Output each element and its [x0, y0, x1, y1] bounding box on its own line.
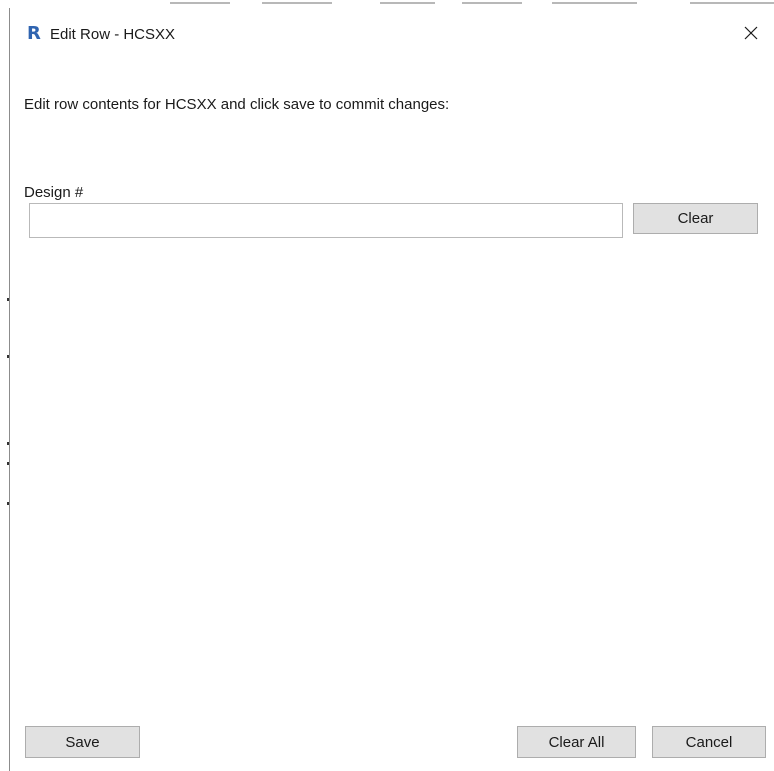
save-button[interactable]: Save: [25, 726, 140, 758]
dialog-title: Edit Row - HCSXX: [50, 26, 176, 43]
design-number-input[interactable]: [29, 203, 623, 238]
clear-field-button[interactable]: Clear: [633, 203, 758, 234]
instruction-text: Edit row contents for HCSXX and click sa…: [24, 96, 450, 113]
close-icon: [744, 26, 758, 40]
close-button[interactable]: [736, 18, 766, 48]
design-number-label: Design #: [24, 184, 84, 201]
title-bar: R Edit Row - HCSXX: [10, 8, 774, 56]
clear-all-button[interactable]: Clear All: [517, 726, 636, 758]
revit-r-icon: R: [27, 23, 41, 44]
underlying-window-edge: [0, 0, 774, 4]
cancel-button[interactable]: Cancel: [652, 726, 766, 758]
edit-row-dialog: R Edit Row - HCSXX Edit row contents for…: [9, 8, 774, 771]
